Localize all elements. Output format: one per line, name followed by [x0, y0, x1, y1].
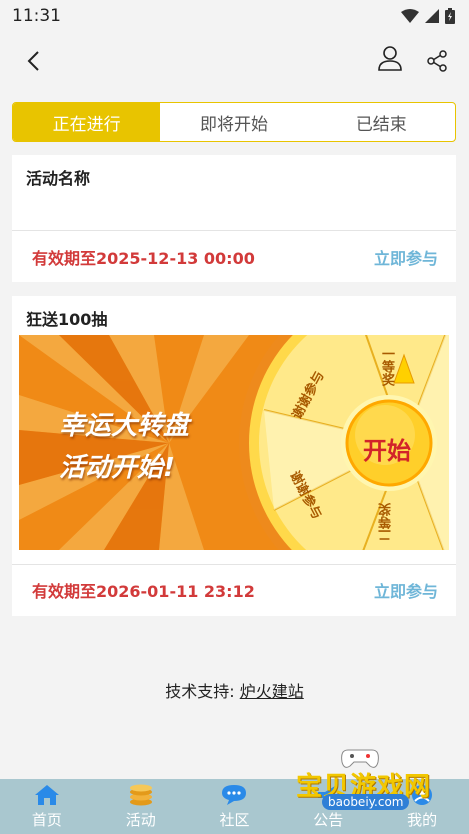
- share-button[interactable]: [422, 46, 452, 76]
- announcement-icon: [318, 785, 336, 804]
- banner-line2: 活动开始!: [59, 453, 175, 483]
- expire-date: 有效期至2025-12-13 00:00: [32, 249, 255, 268]
- wheel-start-button[interactable]: 开始: [359, 431, 415, 466]
- activity-title: 狂送100抽: [26, 310, 108, 329]
- header: [0, 32, 469, 90]
- status-icons: [401, 8, 455, 24]
- tab-upcoming[interactable]: 即将开始: [160, 103, 307, 141]
- activity-footer: 有效期至2025-12-13 00:00 立即参与: [12, 231, 456, 283]
- status-tabs: 正在进行 即将开始 已结束: [12, 102, 456, 142]
- banner-line1: 幸运大转盘: [59, 411, 190, 441]
- gamepad-icon: [341, 749, 379, 768]
- nav-label: 社区: [219, 810, 250, 829]
- status-time: 11:31: [12, 6, 61, 26]
- activity-title: 活动名称: [26, 169, 91, 188]
- user-icon: [412, 784, 433, 805]
- activity-card[interactable]: 活动名称 有效期至2025-12-13 00:00 立即参与: [12, 155, 456, 282]
- nav-label: 活动: [125, 810, 156, 829]
- tech-support: 技术支持: 炉火建站: [0, 678, 469, 702]
- tab-ended[interactable]: 已结束: [308, 103, 455, 141]
- chat-icon: [222, 784, 247, 805]
- activity-card[interactable]: 狂送100抽 幸运大转盘 活动开始! 开始 一等奖 谢谢参与 谢谢参与 二等奖 …: [12, 296, 456, 616]
- nav-mine[interactable]: 我的: [375, 779, 469, 834]
- support-label: 技术支持:: [165, 682, 235, 701]
- coins-icon: [129, 784, 152, 805]
- support-link[interactable]: 炉火建站: [240, 682, 304, 701]
- join-button[interactable]: 立即参与: [374, 245, 438, 269]
- status-bar: 11:31: [0, 0, 469, 32]
- activity-banner[interactable]: 幸运大转盘 活动开始! 开始 一等奖 谢谢参与 谢谢参与 二等奖: [19, 335, 449, 550]
- user-icon: [378, 46, 402, 71]
- home-icon: [34, 784, 59, 805]
- tab-ongoing[interactable]: 正在进行: [13, 103, 161, 141]
- expire-date: 有效期至2026-01-11 23:12: [32, 582, 255, 601]
- share-icon: [427, 50, 447, 72]
- join-button[interactable]: 立即参与: [374, 578, 438, 602]
- profile-button[interactable]: [374, 42, 406, 74]
- back-button[interactable]: [18, 46, 48, 76]
- activity-footer: 有效期至2026-01-11 23:12 立即参与: [12, 564, 456, 616]
- signal-icon: [425, 9, 439, 23]
- battery-icon: [445, 8, 455, 24]
- bottom-nav: 首页 活动 社区 公告 我的: [0, 779, 469, 834]
- nav-label: 公告: [313, 810, 344, 829]
- wifi-icon: [401, 9, 419, 23]
- nav-activity[interactable]: 活动: [94, 779, 188, 834]
- chevron-left-icon: [27, 51, 39, 71]
- prize-label: 二等奖: [379, 503, 394, 542]
- prize-label: 一等奖: [379, 347, 394, 386]
- nav-label: 我的: [407, 810, 438, 829]
- nav-community[interactable]: 社区: [188, 779, 282, 834]
- nav-announcement[interactable]: 公告: [281, 779, 375, 834]
- nav-label: 首页: [31, 810, 62, 829]
- nav-home[interactable]: 首页: [0, 779, 94, 834]
